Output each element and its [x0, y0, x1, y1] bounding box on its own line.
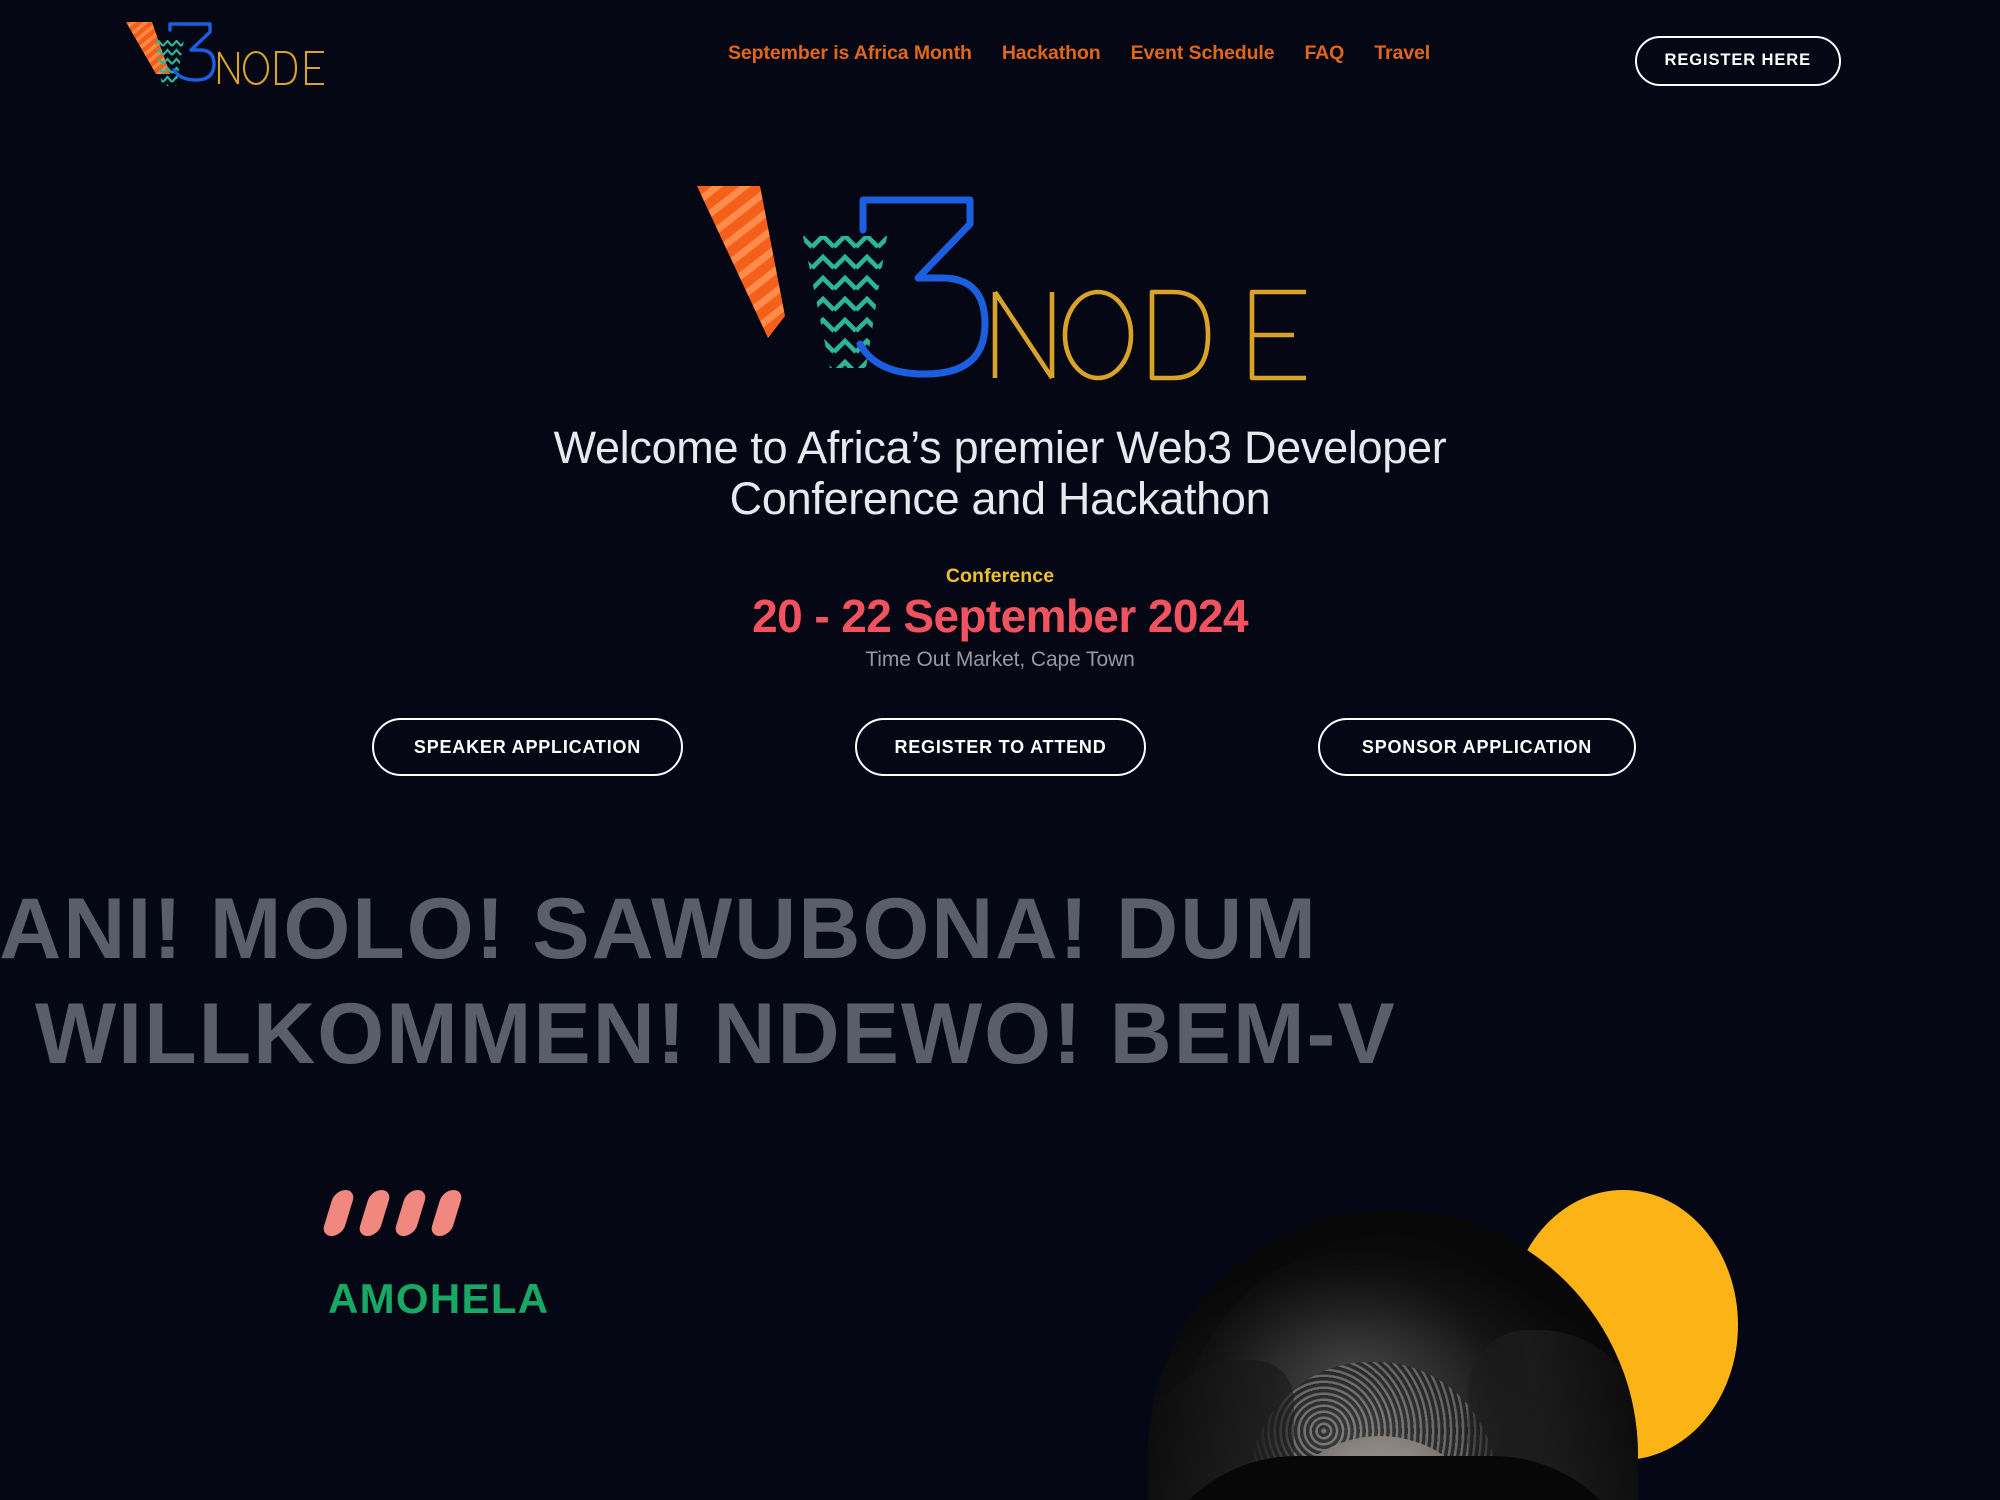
headline-line-1: Welcome to Africa’s premier Web3 Develop… [553, 422, 1447, 473]
conference-date: 20 - 22 September 2024 [752, 590, 1248, 642]
page-root: September is Africa Month Hackathon Even… [0, 0, 2000, 1500]
sponsor-application-button[interactable]: SPONSOR APPLICATION [1318, 718, 1636, 776]
marquee-line-2: WILLKOMMEN! NDEWO! BEM-V [35, 986, 1397, 1082]
v3node-logo-small-icon [126, 22, 324, 86]
portrait-photo-inner [1148, 1210, 1638, 1500]
portrait-photo [1148, 1210, 1638, 1500]
headline-line-2: Conference and Hackathon [729, 473, 1271, 525]
slash-decoration [320, 1190, 488, 1236]
main-navigation: September is Africa Month Hackathon Even… [728, 42, 1430, 65]
page-title: Welcome to Africa’s premier Web3 Develop… [0, 422, 2000, 525]
hero-logo [680, 168, 1320, 390]
greetings-marquee: HANI! MOLO! SAWUBONA! DUM WILLKOMMEN! ND… [0, 880, 2000, 1110]
register-here-button[interactable]: REGISTER HERE [1634, 36, 1841, 86]
slash-icon [428, 1190, 465, 1236]
register-to-attend-button[interactable]: REGISTER TO ATTEND [855, 718, 1146, 776]
marquee-line-1: HANI! MOLO! SAWUBONA! DUM [0, 881, 1318, 977]
cta-button-row: SPEAKER APPLICATION REGISTER TO ATTEND S… [0, 718, 2000, 778]
slash-icon [356, 1190, 393, 1236]
site-header: September is Africa Month Hackathon Even… [0, 0, 2000, 122]
nav-item-hackathon[interactable]: Hackathon [1002, 42, 1101, 65]
nav-item-september-is-africa-month[interactable]: September is Africa Month [728, 42, 972, 65]
slash-icon [392, 1190, 429, 1236]
speaker-application-button[interactable]: SPEAKER APPLICATION [372, 718, 683, 776]
nav-item-faq[interactable]: FAQ [1304, 42, 1344, 65]
conference-venue: Time Out Market, Cape Town [865, 648, 1135, 671]
amohela-greeting: AMOHELA [328, 1275, 550, 1322]
nav-item-event-schedule[interactable]: Event Schedule [1131, 42, 1275, 65]
v3node-logo-large-icon [697, 186, 1306, 381]
header-logo[interactable] [118, 12, 330, 90]
nav-item-travel[interactable]: Travel [1374, 42, 1430, 65]
slash-icon [320, 1190, 357, 1236]
conference-label: Conference [945, 565, 1055, 587]
